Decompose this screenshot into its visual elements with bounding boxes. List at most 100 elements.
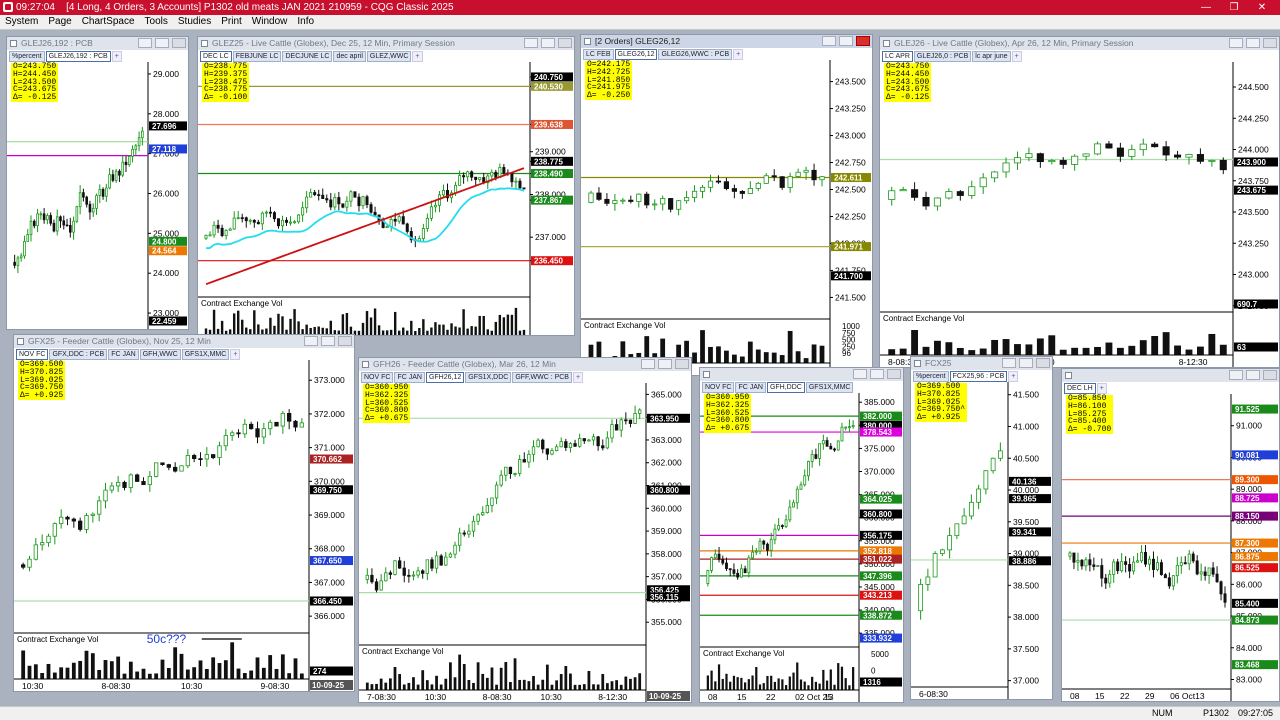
window-close-button[interactable] <box>856 36 870 46</box>
restore-icon[interactable]: ❐ <box>1220 0 1248 15</box>
window-caption[interactable]: [2 Orders] GLEG26,12 <box>581 35 872 48</box>
chart-tab[interactable]: NOV FC <box>361 372 394 383</box>
window-maximize-button[interactable] <box>1246 370 1260 380</box>
chart-tab[interactable]: GFS1X,MMC <box>181 349 230 360</box>
chart-tab[interactable]: FCX25,96 : PCB <box>949 371 1008 382</box>
window-caption[interactable]: FCX25 <box>911 357 1052 370</box>
chart-window-w7[interactable]: NOV FCFC JANGFH,DDCGFS1X,MMC385.000380.0… <box>699 367 904 703</box>
window-minimize-button[interactable] <box>304 336 318 346</box>
menu-item-tools[interactable]: Tools <box>140 15 173 29</box>
chart-tab[interactable]: GLEJ26,192 : PCB <box>45 51 111 62</box>
menu-item-info[interactable]: Info <box>292 15 319 29</box>
chart-tab[interactable]: lc apr june <box>972 51 1011 62</box>
window-maximize-button[interactable] <box>541 38 555 48</box>
menu-item-system[interactable]: System <box>0 15 43 29</box>
chart-tab[interactable]: %percent <box>9 51 45 62</box>
chart-window-w9[interactable]: DEC LH+91.00090.00089.00088.00087.00086.… <box>1061 368 1280 702</box>
chart-tab[interactable]: FC JAN <box>735 382 766 393</box>
window-caption[interactable]: GLEZ25 - Live Cattle (Globex), Dec 25, 1… <box>198 37 574 50</box>
chart-window-w6[interactable]: GFH26 - Feeder Cattle (Globex), Mar 26, … <box>358 357 692 703</box>
chart-tab[interactable]: GLEJ26,0 : PCB <box>913 51 972 62</box>
window-maximize-button[interactable] <box>839 36 853 46</box>
window-maximize-button[interactable] <box>658 359 672 369</box>
price-chart[interactable]: 373.000372.000371.000370.000369.000368.0… <box>14 360 354 691</box>
add-tab-button[interactable]: + <box>412 51 423 62</box>
add-tab-button[interactable]: + <box>111 51 122 62</box>
chart-window-w1[interactable]: GLEJ26,192 : PCB %percent GLEJ26,192 : PCB… <box>6 36 189 330</box>
chart-window-w2[interactable]: GLEZ25 - Live Cattle (Globex), Dec 25, 1… <box>197 36 575 336</box>
annotation-note[interactable]: 50c??? <box>147 632 187 646</box>
window-close-button[interactable] <box>338 336 352 346</box>
window-caption[interactable] <box>700 368 903 381</box>
window-maximize-button[interactable] <box>870 369 884 379</box>
window-maximize-button[interactable] <box>155 38 169 48</box>
window-caption[interactable]: GLEJ26,192 : PCB <box>7 37 188 50</box>
chart-window-w8[interactable]: FCX25 %percent FCX25,96 : PCB +41.500 41.000… <box>910 356 1053 700</box>
chart-tab[interactable]: GFH26,12 <box>425 372 465 383</box>
window-minimize-button[interactable] <box>1002 358 1016 368</box>
add-tab-button[interactable]: + <box>572 372 584 383</box>
chart-window-w4[interactable]: GLEJ26 - Live Cattle (Globex), Apr 26, 1… <box>879 36 1280 368</box>
window-close-button[interactable] <box>1263 38 1277 48</box>
window-close-button[interactable] <box>887 369 901 379</box>
chart-tab[interactable]: LC FEB <box>583 49 614 60</box>
window-minimize-button[interactable] <box>641 359 655 369</box>
price-chart[interactable]: 243.500 243.250 243.000 242.750 242.500 242.2… <box>581 60 872 375</box>
window-minimize-button[interactable] <box>1229 370 1243 380</box>
chart-tab[interactable]: LC APR <box>882 51 913 62</box>
chart-tab[interactable]: GFS1X,MMC <box>805 382 854 393</box>
chart-tab[interactable]: GFF,WWC : PCB <box>512 372 572 383</box>
window-minimize-button[interactable] <box>853 369 867 379</box>
minimize-icon[interactable]: — <box>1192 0 1220 15</box>
chart-tab[interactable]: FC JAN <box>394 372 425 383</box>
window-close-button[interactable] <box>1263 370 1277 380</box>
window-close-button[interactable] <box>558 38 572 48</box>
menu-item-chartspace[interactable]: ChartSpace <box>77 15 140 29</box>
window-minimize-button[interactable] <box>524 38 538 48</box>
chart-tab[interactable]: GFH,DDC <box>766 382 805 393</box>
price-chart[interactable]: 385.000380.000375.000370.000365.000360.0… <box>700 393 903 702</box>
chart-tab[interactable]: NOV FC <box>702 382 735 393</box>
window-caption[interactable]: GLEJ26 - Live Cattle (Globex), Apr 26, 1… <box>880 37 1279 50</box>
menu-item-print[interactable]: Print <box>216 15 247 29</box>
chart-tab[interactable]: DECJUNE LC <box>282 51 333 62</box>
menu-item-window[interactable]: Window <box>247 15 293 29</box>
menu-item-studies[interactable]: Studies <box>173 15 216 29</box>
window-caption[interactable] <box>1062 369 1279 382</box>
window-caption[interactable]: GFH26 - Feeder Cattle (Globex), Mar 26, … <box>359 358 691 371</box>
window-maximize-button[interactable] <box>1019 358 1033 368</box>
window-minimize-button[interactable] <box>1229 38 1243 48</box>
price-chart[interactable]: 365.000364.000363.000362.000361.000360.0… <box>359 383 691 702</box>
chart-tab[interactable]: GFH,WWC <box>139 349 181 360</box>
chart-window-w5[interactable]: GFX25 - Feeder Cattle (Globex), Nov 25, … <box>13 334 355 692</box>
chart-tab[interactable]: GFX,DDC : PCB <box>49 349 108 360</box>
add-tab-button[interactable]: + <box>230 349 241 360</box>
chart-tab[interactable]: %percent <box>913 371 949 382</box>
add-tab-button[interactable]: + <box>1008 371 1019 382</box>
window-close-button[interactable] <box>1036 358 1050 368</box>
window-minimize-button[interactable] <box>822 36 836 46</box>
chart-tab[interactable]: DEC LH <box>1064 383 1096 394</box>
close-icon[interactable]: ✕ <box>1248 0 1276 15</box>
chart-tab[interactable]: FEBJUNE LC <box>232 51 282 62</box>
price-chart[interactable]: 240.750240.530 239.638 239.000238.775 238.4… <box>198 62 574 335</box>
price-chart[interactable]: 244.500 244.250 244.000 243.750 243.500 243.2… <box>880 62 1279 367</box>
price-chart[interactable]: 91.00090.00089.00088.00087.00086.00085.0… <box>1062 394 1279 701</box>
window-maximize-button[interactable] <box>1246 38 1260 48</box>
chart-tab[interactable]: GLEZ,WWC <box>366 51 412 62</box>
window-caption[interactable]: GFX25 - Feeder Cattle (Globex), Nov 25, … <box>14 335 354 348</box>
add-tab-button[interactable]: + <box>1096 383 1107 394</box>
add-tab-button[interactable]: + <box>733 49 744 60</box>
chart-tab[interactable]: dec april <box>333 51 366 62</box>
chart-tab[interactable]: NOV FC <box>16 349 49 360</box>
window-maximize-button[interactable] <box>321 336 335 346</box>
chart-tab[interactable]: DEC LC <box>200 51 232 62</box>
chart-tab[interactable]: FC JAN <box>108 349 139 360</box>
price-chart[interactable]: 29.00028.00027.00026.00025.00024.00023.0… <box>7 62 188 329</box>
window-close-button[interactable] <box>675 359 689 369</box>
add-tab-button[interactable]: + <box>1011 51 1022 62</box>
window-minimize-button[interactable] <box>138 38 152 48</box>
window-close-button[interactable] <box>172 38 186 48</box>
menu-item-page[interactable]: Page <box>43 15 76 29</box>
price-chart[interactable]: 41.50041.00040.50040.00039.50039.00038.5… <box>911 382 1052 699</box>
